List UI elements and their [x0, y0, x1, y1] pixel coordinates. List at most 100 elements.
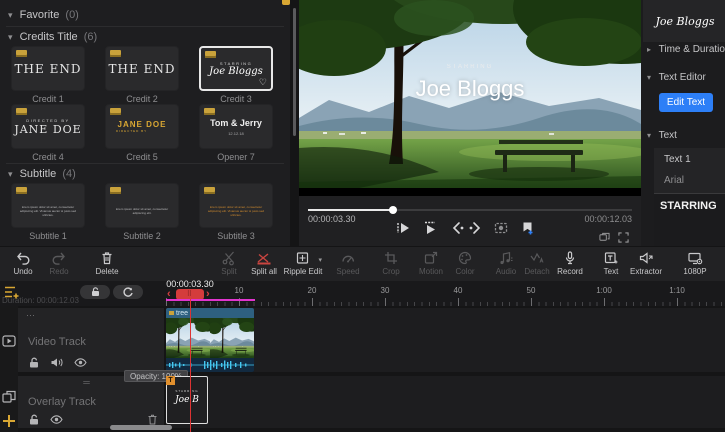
- track-label: Video Track: [28, 336, 86, 348]
- speed-button[interactable]: Speed: [325, 250, 371, 276]
- overlay-track-icon: [2, 390, 16, 404]
- extractor-icon: [638, 250, 654, 266]
- lock-track-button[interactable]: [80, 285, 110, 299]
- playhead-line[interactable]: [190, 299, 191, 432]
- timeline-tracks: ⋯ Video Track tree: [0, 306, 725, 432]
- selected-template-thumb[interactable]: Joe Bloggs: [643, 0, 725, 42]
- play-to-end-button[interactable]: [422, 220, 438, 236]
- track-label: Overlay Track: [28, 396, 96, 408]
- section-text-editor[interactable]: ▾ Text Editor: [647, 72, 706, 83]
- expand-icon: ▸: [647, 45, 651, 54]
- section-text[interactable]: ▾ Text: [647, 130, 677, 141]
- lock-icon[interactable]: [28, 413, 41, 426]
- track-menu-icon[interactable]: ⋯: [26, 310, 36, 321]
- video-editor-window: ▾ Favorite (0) ▾ Credits Title (6) THE E…: [0, 0, 725, 432]
- collapse-icon: ▾: [8, 10, 13, 20]
- extractor-button[interactable]: Extractor: [623, 250, 669, 276]
- preview-overlay-starring: STARRING: [299, 64, 641, 70]
- collapse-icon: ▾: [8, 32, 13, 42]
- template-credit-5[interactable]: JANE DOE DIRECTED BY: [105, 104, 179, 149]
- palette-icon: [457, 250, 473, 266]
- text-properties-card: Text 1 Arial STARRING: [654, 148, 725, 246]
- eye-icon[interactable]: [74, 356, 87, 369]
- eye-icon[interactable]: [50, 413, 63, 426]
- text-layer-name[interactable]: Text 1: [664, 154, 691, 165]
- text-content-field[interactable]: STARRING: [654, 193, 725, 246]
- favorite-heart-icon[interactable]: ♡: [259, 77, 267, 88]
- overlay-track-lane[interactable]: [166, 376, 725, 428]
- template-credit-1[interactable]: THE END: [11, 46, 85, 91]
- lock-icon[interactable]: [28, 356, 41, 369]
- template-type-badge-icon: [110, 187, 121, 194]
- template-label: Credit 2: [105, 94, 179, 104]
- audio-note-icon: [498, 250, 514, 266]
- font-select[interactable]: Arial: [664, 175, 684, 186]
- collapse-icon: ▾: [647, 131, 651, 140]
- template-label: Subtitle 2: [105, 231, 179, 241]
- horizontal-scrollbar[interactable]: [110, 425, 172, 430]
- project-duration-hint: Duration: 00:00:12.03: [2, 296, 79, 305]
- ruler-label: 1:00: [592, 286, 616, 295]
- fullscreen-button[interactable]: [618, 232, 629, 243]
- pip-view-button[interactable]: [599, 232, 610, 243]
- video-clip-name: tree: [176, 310, 188, 317]
- detach-audio-icon: [529, 250, 545, 266]
- caret-down-icon: ▾: [318, 256, 322, 264]
- divider: [6, 163, 284, 164]
- template-subtitle-3[interactable]: lorem ipsum dolor sit amet, consectetur …: [199, 183, 273, 228]
- resize-handle-icon[interactable]: ＝: [82, 376, 92, 389]
- text-overlay-clip-selected[interactable]: T STARRING Joe B: [166, 376, 208, 424]
- motion-icon: [423, 250, 439, 266]
- editing-toolbar: Undo Redo Delete Split Split all ▾ Rippl…: [0, 246, 725, 282]
- template-subtitle-2[interactable]: lorem ipsum dolor sit amet, consectetur …: [105, 183, 179, 228]
- mute-icon[interactable]: [50, 356, 63, 369]
- refresh-thumbnails-button[interactable]: [113, 285, 143, 299]
- monitor-gear-icon: [687, 250, 703, 266]
- vertical-scrollbar[interactable]: [293, 8, 296, 136]
- crop-icon: [383, 250, 399, 266]
- drag-dots-icon: ⠿: [187, 292, 193, 298]
- section-subtitle[interactable]: ▾ Subtitle (4): [8, 168, 76, 180]
- split-all-icon: [256, 250, 272, 266]
- lock-icon: [91, 287, 100, 297]
- template-credit-4[interactable]: DIRECTED BY JANE DOE: [11, 104, 85, 149]
- section-time-duration[interactable]: ▸ Time & Duration 0: [647, 44, 725, 55]
- template-type-badge-icon: [110, 50, 121, 57]
- redo-button[interactable]: Redo: [36, 250, 82, 276]
- section-favorite[interactable]: ▾ Favorite (0): [8, 9, 79, 21]
- previous-frame-button[interactable]: [450, 220, 466, 236]
- add-track-icon[interactable]: [2, 414, 16, 428]
- seek-bar-progress: [308, 209, 393, 211]
- video-clip-header: tree: [166, 308, 254, 318]
- edit-text-button[interactable]: Edit Text: [659, 93, 713, 112]
- panel-corner-icon[interactable]: [282, 0, 290, 5]
- microphone-icon: [562, 250, 578, 266]
- text-tool-icon: [603, 250, 619, 266]
- delete-button[interactable]: Delete: [84, 250, 130, 276]
- template-credit-2[interactable]: THE END: [105, 46, 179, 91]
- template-credit-3-selected[interactable]: STARRING Joe Bloggs ♡: [199, 46, 273, 91]
- timeline-header: Duration: 00:00:12.03 00:00:03.30 ‹ ⠿ › …: [0, 281, 725, 306]
- video-preview[interactable]: STARRING Joe Bloggs: [299, 0, 641, 196]
- render-quality-button[interactable]: 1080P: [672, 250, 718, 276]
- ripple-edit-button[interactable]: ▾ Ripple Edit: [280, 250, 326, 276]
- template-opener-7[interactable]: Tom & Jerry 12.12.18: [199, 104, 273, 149]
- track-type-rail: [0, 306, 18, 432]
- next-frame-button[interactable]: [467, 220, 483, 236]
- collapse-icon: ▾: [8, 169, 13, 179]
- video-clip[interactable]: tree: [166, 308, 254, 372]
- record-button[interactable]: Record: [547, 250, 593, 276]
- template-type-badge-icon: [204, 108, 215, 115]
- add-marker-button[interactable]: [520, 220, 536, 236]
- section-credits-title[interactable]: ▾ Credits Title (6): [8, 31, 97, 43]
- total-duration: 00:00:12.03: [584, 214, 632, 224]
- template-label: Credit 5: [105, 152, 179, 162]
- color-button[interactable]: Color: [442, 250, 488, 276]
- ripple-edit-icon: [295, 250, 311, 266]
- clip-range-indicator: [166, 299, 255, 301]
- divider: [6, 26, 284, 27]
- template-subtitle-1[interactable]: lorem ipsum dolor sit amet, consectetur …: [11, 183, 85, 228]
- snapshot-button[interactable]: [493, 220, 509, 236]
- play-button[interactable]: [395, 220, 411, 236]
- seek-handle[interactable]: [389, 206, 397, 214]
